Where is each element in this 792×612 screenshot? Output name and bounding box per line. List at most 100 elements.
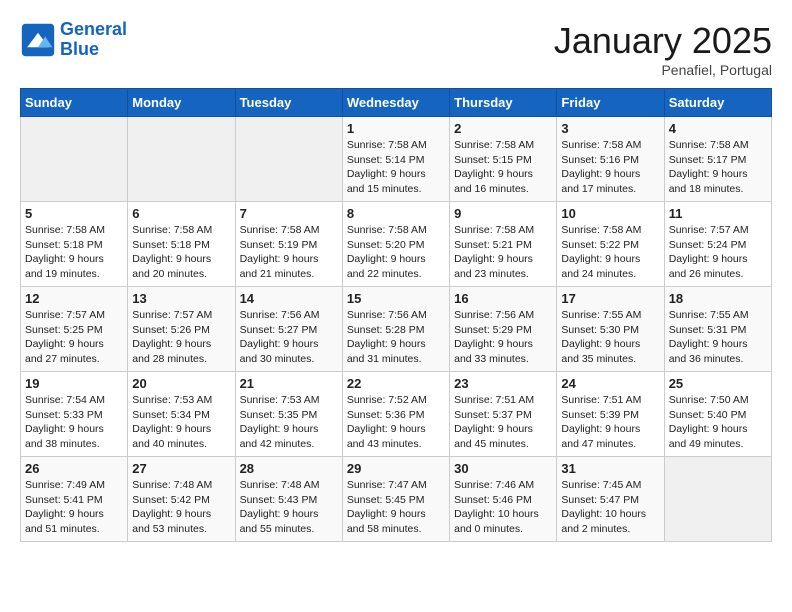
day-number: 8 xyxy=(347,206,445,221)
day-number: 25 xyxy=(669,376,767,391)
calendar-week-row: 19 Sunrise: 7:54 AM Sunset: 5:33 PM Dayli… xyxy=(21,372,772,457)
calendar-week-row: 12 Sunrise: 7:57 AM Sunset: 5:25 PM Dayli… xyxy=(21,287,772,372)
day-detail: Sunrise: 7:56 AM Sunset: 5:28 PM Dayligh… xyxy=(347,308,445,367)
logo-line2: Blue xyxy=(60,39,99,59)
day-detail: Sunrise: 7:48 AM Sunset: 5:43 PM Dayligh… xyxy=(240,478,338,537)
weekday-header-row: SundayMondayTuesdayWednesdayThursdayFrid… xyxy=(21,89,772,117)
weekday-label: Saturday xyxy=(664,89,771,117)
calendar-cell: 23 Sunrise: 7:51 AM Sunset: 5:37 PM Dayli… xyxy=(450,372,557,457)
day-number: 31 xyxy=(561,461,659,476)
calendar-cell xyxy=(235,117,342,202)
weekday-label: Tuesday xyxy=(235,89,342,117)
calendar-cell xyxy=(128,117,235,202)
calendar-cell: 30 Sunrise: 7:46 AM Sunset: 5:46 PM Dayli… xyxy=(450,457,557,542)
day-number: 24 xyxy=(561,376,659,391)
calendar-cell: 22 Sunrise: 7:52 AM Sunset: 5:36 PM Dayli… xyxy=(342,372,449,457)
day-detail: Sunrise: 7:57 AM Sunset: 5:25 PM Dayligh… xyxy=(25,308,123,367)
page-header: General Blue January 2025 Penafiel, Port… xyxy=(20,20,772,78)
calendar-cell: 19 Sunrise: 7:54 AM Sunset: 5:33 PM Dayli… xyxy=(21,372,128,457)
logo: General Blue xyxy=(20,20,127,60)
day-number: 19 xyxy=(25,376,123,391)
calendar-table: SundayMondayTuesdayWednesdayThursdayFrid… xyxy=(20,88,772,542)
day-detail: Sunrise: 7:48 AM Sunset: 5:42 PM Dayligh… xyxy=(132,478,230,537)
day-number: 12 xyxy=(25,291,123,306)
day-detail: Sunrise: 7:57 AM Sunset: 5:24 PM Dayligh… xyxy=(669,223,767,282)
calendar-cell: 4 Sunrise: 7:58 AM Sunset: 5:17 PM Daylig… xyxy=(664,117,771,202)
day-detail: Sunrise: 7:53 AM Sunset: 5:35 PM Dayligh… xyxy=(240,393,338,452)
calendar-cell: 10 Sunrise: 7:58 AM Sunset: 5:22 PM Dayli… xyxy=(557,202,664,287)
day-number: 30 xyxy=(454,461,552,476)
day-detail: Sunrise: 7:58 AM Sunset: 5:18 PM Dayligh… xyxy=(132,223,230,282)
day-detail: Sunrise: 7:58 AM Sunset: 5:21 PM Dayligh… xyxy=(454,223,552,282)
day-detail: Sunrise: 7:53 AM Sunset: 5:34 PM Dayligh… xyxy=(132,393,230,452)
day-detail: Sunrise: 7:56 AM Sunset: 5:29 PM Dayligh… xyxy=(454,308,552,367)
calendar-cell: 20 Sunrise: 7:53 AM Sunset: 5:34 PM Dayli… xyxy=(128,372,235,457)
calendar-cell: 16Sunrise: 7:56 AM Sunset: 5:29 PM Dayli… xyxy=(450,287,557,372)
calendar-week-row: 5Sunrise: 7:58 AM Sunset: 5:18 PM Daylig… xyxy=(21,202,772,287)
calendar-cell: 5Sunrise: 7:58 AM Sunset: 5:18 PM Daylig… xyxy=(21,202,128,287)
day-detail: Sunrise: 7:58 AM Sunset: 5:14 PM Dayligh… xyxy=(347,138,445,197)
calendar-cell: 18 Sunrise: 7:55 AM Sunset: 5:31 PM Dayli… xyxy=(664,287,771,372)
calendar-header: SundayMondayTuesdayWednesdayThursdayFrid… xyxy=(21,89,772,117)
day-detail: Sunrise: 7:58 AM Sunset: 5:20 PM Dayligh… xyxy=(347,223,445,282)
day-detail: Sunrise: 7:52 AM Sunset: 5:36 PM Dayligh… xyxy=(347,393,445,452)
calendar-week-row: 1Sunrise: 7:58 AM Sunset: 5:14 PM Daylig… xyxy=(21,117,772,202)
day-detail: Sunrise: 7:58 AM Sunset: 5:15 PM Dayligh… xyxy=(454,138,552,197)
day-number: 22 xyxy=(347,376,445,391)
day-detail: Sunrise: 7:55 AM Sunset: 5:31 PM Dayligh… xyxy=(669,308,767,367)
calendar-cell: 11 Sunrise: 7:57 AM Sunset: 5:24 PM Dayli… xyxy=(664,202,771,287)
day-number: 18 xyxy=(669,291,767,306)
day-detail: Sunrise: 7:51 AM Sunset: 5:37 PM Dayligh… xyxy=(454,393,552,452)
title-block: January 2025 Penafiel, Portugal xyxy=(554,20,772,78)
calendar-cell: 21 Sunrise: 7:53 AM Sunset: 5:35 PM Dayli… xyxy=(235,372,342,457)
calendar-week-row: 26Sunrise: 7:49 AM Sunset: 5:41 PM Dayli… xyxy=(21,457,772,542)
day-detail: Sunrise: 7:54 AM Sunset: 5:33 PM Dayligh… xyxy=(25,393,123,452)
day-number: 10 xyxy=(561,206,659,221)
calendar-cell xyxy=(21,117,128,202)
calendar-cell: 31 Sunrise: 7:45 AM Sunset: 5:47 PM Dayli… xyxy=(557,457,664,542)
day-detail: Sunrise: 7:51 AM Sunset: 5:39 PM Dayligh… xyxy=(561,393,659,452)
day-detail: Sunrise: 7:58 AM Sunset: 5:19 PM Dayligh… xyxy=(240,223,338,282)
day-number: 9 xyxy=(454,206,552,221)
day-detail: Sunrise: 7:56 AM Sunset: 5:27 PM Dayligh… xyxy=(240,308,338,367)
day-number: 29 xyxy=(347,461,445,476)
calendar-subtitle: Penafiel, Portugal xyxy=(554,62,772,78)
day-detail: Sunrise: 7:45 AM Sunset: 5:47 PM Dayligh… xyxy=(561,478,659,537)
weekday-label: Wednesday xyxy=(342,89,449,117)
day-detail: Sunrise: 7:58 AM Sunset: 5:17 PM Dayligh… xyxy=(669,138,767,197)
day-number: 28 xyxy=(240,461,338,476)
calendar-cell: 7 Sunrise: 7:58 AM Sunset: 5:19 PM Daylig… xyxy=(235,202,342,287)
day-number: 6 xyxy=(132,206,230,221)
calendar-cell: 17Sunrise: 7:55 AM Sunset: 5:30 PM Dayli… xyxy=(557,287,664,372)
calendar-cell: 25 Sunrise: 7:50 AM Sunset: 5:40 PM Dayli… xyxy=(664,372,771,457)
day-number: 14 xyxy=(240,291,338,306)
weekday-label: Sunday xyxy=(21,89,128,117)
day-number: 3 xyxy=(561,121,659,136)
calendar-cell: 2Sunrise: 7:58 AM Sunset: 5:15 PM Daylig… xyxy=(450,117,557,202)
calendar-cell: 28 Sunrise: 7:48 AM Sunset: 5:43 PM Dayli… xyxy=(235,457,342,542)
calendar-title: January 2025 xyxy=(554,20,772,62)
calendar-cell: 8 Sunrise: 7:58 AM Sunset: 5:20 PM Daylig… xyxy=(342,202,449,287)
calendar-cell xyxy=(664,457,771,542)
day-detail: Sunrise: 7:58 AM Sunset: 5:18 PM Dayligh… xyxy=(25,223,123,282)
logo-line1: General xyxy=(60,19,127,39)
logo-icon xyxy=(20,22,56,58)
weekday-label: Thursday xyxy=(450,89,557,117)
calendar-cell: 14 Sunrise: 7:56 AM Sunset: 5:27 PM Dayli… xyxy=(235,287,342,372)
day-number: 20 xyxy=(132,376,230,391)
day-number: 7 xyxy=(240,206,338,221)
day-detail: Sunrise: 7:50 AM Sunset: 5:40 PM Dayligh… xyxy=(669,393,767,452)
day-number: 13 xyxy=(132,291,230,306)
calendar-cell: 26Sunrise: 7:49 AM Sunset: 5:41 PM Dayli… xyxy=(21,457,128,542)
day-detail: Sunrise: 7:46 AM Sunset: 5:46 PM Dayligh… xyxy=(454,478,552,537)
calendar-cell: 6 Sunrise: 7:58 AM Sunset: 5:18 PM Daylig… xyxy=(128,202,235,287)
day-number: 11 xyxy=(669,206,767,221)
day-number: 21 xyxy=(240,376,338,391)
calendar-cell: 27Sunrise: 7:48 AM Sunset: 5:42 PM Dayli… xyxy=(128,457,235,542)
day-detail: Sunrise: 7:58 AM Sunset: 5:22 PM Dayligh… xyxy=(561,223,659,282)
day-number: 15 xyxy=(347,291,445,306)
day-number: 23 xyxy=(454,376,552,391)
day-number: 4 xyxy=(669,121,767,136)
day-detail: Sunrise: 7:47 AM Sunset: 5:45 PM Dayligh… xyxy=(347,478,445,537)
day-number: 26 xyxy=(25,461,123,476)
